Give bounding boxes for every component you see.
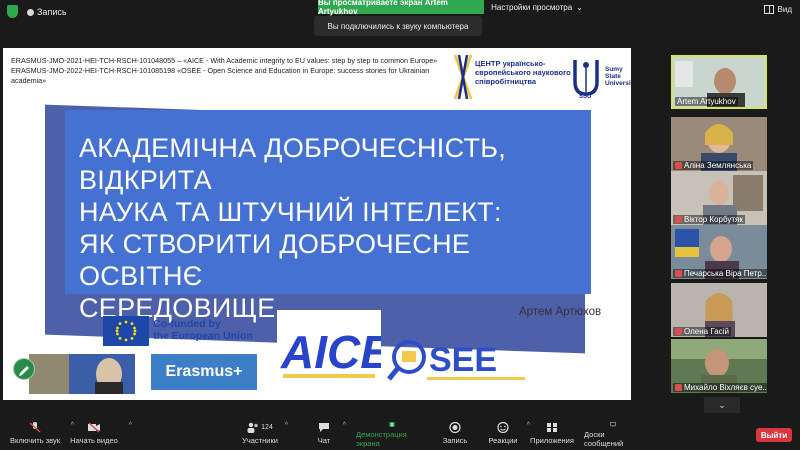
chat-icon [319, 423, 329, 432]
participants-icon [247, 422, 258, 433]
project-info: ERASMUS-JMO-2021-HEI-TCH-RSCH-101048055 … [11, 56, 451, 86]
osee-logo: SEE [387, 333, 529, 388]
cofunded-text: Co-funded by the European Union [153, 318, 253, 342]
chevron-up-icon[interactable]: ^ [343, 422, 346, 429]
participant-tile[interactable]: Михайло Віхляєв суе... [671, 339, 767, 393]
participant-tile[interactable]: Олена Гасій [671, 283, 767, 337]
participant-tile[interactable]: Аліна Землянська [671, 117, 767, 171]
start-video-label: Начать видео [70, 436, 118, 445]
meeting-toolbar: Включить звук ^ Начать видео ^ 124 Участ… [0, 418, 800, 450]
chevron-up-icon[interactable]: ^ [285, 422, 288, 429]
mic-muted-icon [675, 384, 682, 391]
apps-button[interactable]: Приложения [530, 422, 574, 448]
participant-name: Печарська Віра Петр... [673, 269, 767, 278]
mic-muted-icon [675, 162, 682, 169]
participants-icon-group: 124 [247, 422, 273, 436]
leave-meeting-button[interactable]: Выйти [756, 428, 792, 442]
view-options-button[interactable]: Настройки просмотра ⌄ [487, 0, 587, 14]
participant-name-text: Печарська Віра Петр... [684, 269, 767, 278]
grid-view-icon [763, 5, 774, 14]
shared-screen-slide: ERASMUS-JMO-2021-HEI-TCH-RSCH-101048055 … [3, 48, 631, 400]
mic-muted-icon [675, 328, 682, 335]
participant-name-text: Олена Гасій [684, 327, 729, 336]
view-button[interactable]: Вид [763, 5, 792, 14]
osee-logo-text: SEE [429, 341, 497, 379]
view-label: Вид [777, 5, 792, 14]
aice-logo-text: AICE [280, 326, 381, 378]
whiteboards-button[interactable]: Доски сообщений [584, 422, 642, 448]
chevron-up-icon[interactable]: ^ [129, 422, 132, 429]
view-options-label: Настройки просмотра [491, 2, 573, 12]
center-logo: ЦЕНТР українсько-європейського наукового… [453, 53, 575, 103]
recording-indicator[interactable]: Запись [27, 6, 67, 18]
title-box: АКАДЕМІЧНА ДОБРОЧЕСНІСТЬ, ВІДКРИТА НАУКА… [65, 110, 591, 323]
participants-label: Участники [242, 436, 278, 445]
participants-button[interactable]: 124 Участники ^ [242, 422, 288, 448]
chevron-down-icon: ⌄ [576, 2, 583, 12]
participant-name-text: Михайло Віхляєв суе... [684, 383, 767, 392]
whiteboards-label: Доски сообщений [584, 430, 624, 448]
scroll-participants-down-button[interactable]: ⌄ [704, 397, 740, 413]
reactions-button[interactable]: Реакции ^ [488, 422, 530, 448]
sumy-logo-text: Sumy State University [605, 66, 631, 87]
participant-tile[interactable]: Artem Artyukhov [671, 55, 767, 109]
recording-label: Запись [37, 7, 67, 17]
project-line-1: ERASMUS-JMO-2021-HEI-TCH-RSCH-101048055 … [11, 56, 438, 65]
camera-off-icon [88, 422, 100, 433]
mic-muted-icon [675, 216, 682, 223]
unmute-button[interactable]: Включить звук ^ [6, 422, 74, 448]
mic-muted-icon [675, 270, 682, 277]
chat-label: Чат [317, 436, 331, 445]
ssu-label: SSU [579, 94, 592, 100]
cofunded-line-1: Co-funded by [153, 318, 221, 330]
security-shield-icon[interactable] [7, 5, 18, 18]
unmute-label: Включить звук [9, 436, 61, 445]
center-logo-mark-icon [453, 54, 473, 100]
whiteboard-icon [610, 422, 616, 427]
participant-name: Аліна Землянська [673, 161, 754, 170]
chevron-down-icon: ⌄ [718, 399, 726, 410]
author-name: Артем Артюхов [519, 306, 602, 318]
participant-name: Віктор Корбутяк [673, 215, 745, 224]
eu-flag-icon [103, 316, 149, 346]
title-line-2: НАУКА ТА ШТУЧНИЙ ІНТЕЛЕКТ: [79, 197, 502, 227]
participant-tile[interactable]: Віктор Корбутяк [671, 171, 767, 225]
center-logo-text: ЦЕНТР українсько-європейського наукового… [475, 59, 571, 86]
participant-name: Михайло Віхляєв суе... [673, 383, 767, 392]
title-line-3: ЯК СТВОРИТИ ДОБРОЧЕСНЕ ОСВІТНЄ [79, 229, 471, 291]
chat-button[interactable]: Чат ^ [314, 422, 346, 448]
aice-logo-mark: AICE [280, 326, 392, 378]
participants-count: 124 [261, 424, 273, 431]
share-screen-button[interactable]: Демонстрация экрана [356, 422, 428, 448]
participant-name: Олена Гасій [673, 327, 731, 336]
cofunded-line-2: the European Union [153, 330, 253, 342]
participant-name: Artem Artyukhov [675, 97, 738, 106]
erasmus-logo: Erasmus+ [151, 354, 257, 390]
project-line-2: ERASMUS-JMO-2022-HEI-TCH-RSCH-101085198 … [11, 66, 430, 85]
participant-tile[interactable]: Печарська Віра Петр... [671, 225, 767, 279]
sumy-university-logo: Sumy State University SSU [569, 56, 631, 102]
mic-muted-icon [29, 422, 41, 433]
participant-name-text: Аліна Землянська [684, 161, 752, 170]
participant-name-text: Віктор Корбутяк [684, 215, 743, 224]
share-screen-icon [389, 422, 395, 427]
apps-label: Приложения [530, 436, 574, 445]
aice-logo: AICE [277, 310, 392, 384]
annotate-pencil-icon[interactable] [13, 358, 35, 380]
share-screen-label: Демонстрация экрана [356, 430, 407, 448]
screen-share-banner: Вы просматриваете экран Artem Artyukhov [318, 0, 484, 16]
jean-monnet-image [29, 354, 135, 394]
audio-connected-toast: Вы подключились к звуку компьютера [314, 16, 482, 36]
title-line-1: АКАДЕМІЧНА ДОБРОЧЕСНІСТЬ, ВІДКРИТА [79, 133, 507, 195]
start-video-button[interactable]: Начать видео ^ [70, 422, 132, 448]
record-label: Запись [442, 436, 468, 445]
record-icon [449, 422, 461, 433]
zoom-window: Запись Вы просматриваете экран Artem Art… [0, 0, 800, 450]
smiley-icon [497, 422, 509, 433]
apps-icon [547, 423, 557, 432]
record-button[interactable]: Запись [442, 422, 468, 448]
record-dot-icon [27, 8, 34, 16]
slide-title: АКАДЕМІЧНА ДОБРОЧЕСНІСТЬ, ВІДКРИТА НАУКА… [79, 132, 579, 324]
reactions-label: Реакции [488, 436, 518, 445]
